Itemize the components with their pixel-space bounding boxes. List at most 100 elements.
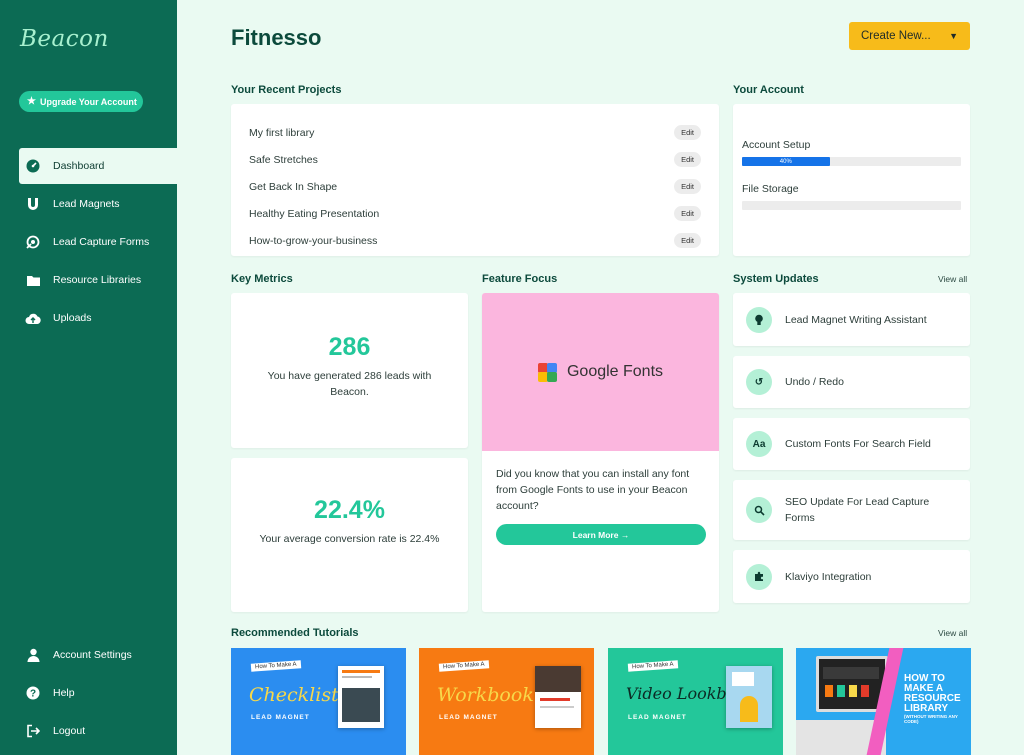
update-label: Lead Magnet Writing Assistant: [785, 313, 927, 326]
conversion-text: Your average conversion rate is 22.4%: [259, 533, 440, 545]
checklist-cover-image: [338, 666, 384, 728]
account-setup-label: Account Setup: [742, 139, 811, 151]
upgrade-label: Upgrade Your Account: [39, 96, 137, 107]
nav-label: Dashboard: [53, 160, 105, 172]
file-storage-progress: [742, 201, 961, 210]
google-fonts-logo-icon: [537, 362, 559, 382]
update-label: Custom Fonts For Search Field: [785, 438, 931, 450]
search-icon: [746, 497, 772, 523]
tutorial-subtitle: LEAD MAGNET: [439, 714, 498, 721]
edit-button[interactable]: Edit: [674, 179, 701, 194]
main-nav: Dashboard Lead Magnets Lead Capture Form…: [0, 148, 177, 338]
project-row[interactable]: My first library Edit: [249, 119, 701, 146]
logout-icon: [25, 723, 41, 739]
puzzle-icon: [746, 563, 772, 590]
leads-text: You have generated 286 leads with Beacon…: [267, 370, 432, 398]
beacon-logo[interactable]: Beacon: [20, 26, 109, 52]
account-card: Account Setup 40% File Storage: [733, 104, 970, 256]
dashboard-gauge-icon: [25, 158, 41, 174]
nav-item-lead-capture-forms[interactable]: Lead Capture Forms: [0, 224, 177, 260]
page-title: Fitnesso: [231, 25, 322, 50]
update-item[interactable]: ↺ Undo / Redo: [733, 356, 970, 408]
nav-item-lead-magnets[interactable]: Lead Magnets: [0, 186, 177, 222]
tutorial-kicker: How To Make A: [627, 660, 678, 672]
account-setup-progress: 40%: [742, 157, 961, 166]
learn-more-button[interactable]: Learn More →: [496, 524, 706, 545]
conversion-value: 22.4%: [314, 496, 385, 524]
tutorial-title: HOW TO MAKE A RESOURCE LIBRARY: [904, 673, 961, 714]
project-name[interactable]: Get Back In Shape: [249, 181, 337, 193]
project-name[interactable]: How-to-grow-your-business: [249, 235, 377, 247]
feature-focus-title: Feature Focus: [482, 273, 558, 285]
update-label: Klaviyo Integration: [785, 570, 872, 583]
nav-item-uploads[interactable]: Uploads: [0, 300, 177, 336]
tutorials-view-all-link[interactable]: View all: [938, 628, 967, 638]
nav-label: Lead Capture Forms: [53, 236, 150, 248]
project-row[interactable]: How-to-grow-your-business Edit: [249, 227, 701, 254]
nav-label: Help: [53, 687, 75, 699]
update-item[interactable]: Aa Custom Fonts For Search Field: [733, 418, 970, 470]
help-icon: ?: [25, 685, 41, 701]
lightbulb-icon: [746, 306, 772, 333]
update-item[interactable]: Klaviyo Integration: [733, 550, 970, 603]
updates-view-all-link[interactable]: View all: [938, 274, 967, 284]
account-setup-progress-fill: 40%: [742, 157, 830, 166]
star-icon: ★: [27, 96, 36, 107]
edit-button[interactable]: Edit: [674, 233, 701, 248]
nav-label: Account Settings: [53, 649, 132, 661]
tutorial-subtitle: (WITHOUT WRITING ANY CODE): [904, 714, 958, 724]
project-name[interactable]: Healthy Eating Presentation: [249, 208, 379, 220]
nav-item-dashboard[interactable]: Dashboard: [19, 148, 177, 184]
system-updates-title: System Updates: [733, 273, 819, 285]
magnet-icon: [25, 196, 41, 212]
tutorial-card-workbook[interactable]: How To Make A Workbook LEAD MAGNET: [419, 648, 594, 755]
workbook-cover-image: [535, 666, 581, 728]
account-title: Your Account: [733, 84, 804, 96]
leads-value: 286: [328, 333, 371, 361]
key-metrics-title: Key Metrics: [231, 273, 293, 285]
feature-card: Google Fonts Did you know that you can i…: [482, 293, 719, 612]
project-row[interactable]: Get Back In Shape Edit: [249, 173, 701, 200]
svg-text:?: ?: [30, 689, 36, 700]
cloud-upload-icon: [25, 310, 41, 326]
project-row[interactable]: Healthy Eating Presentation Edit: [249, 200, 701, 227]
google-fonts-banner: Google Fonts: [482, 293, 719, 451]
video-lookbook-cover-image: [726, 666, 772, 728]
edit-button[interactable]: Edit: [674, 206, 701, 221]
update-label: SEO Update For Lead Capture Forms: [785, 496, 930, 524]
tutorial-card-video-lookbook[interactable]: How To Make A Video Lookbook LEAD MAGNET: [608, 648, 783, 755]
nav-item-help[interactable]: ? Help: [0, 674, 177, 712]
project-name[interactable]: My first library: [249, 127, 314, 139]
update-label: Undo / Redo: [785, 376, 844, 388]
conversion-metric-card: 22.4% Your average conversion rate is 22…: [231, 458, 468, 612]
update-item[interactable]: Lead Magnet Writing Assistant: [733, 293, 970, 346]
tutorial-kicker: How To Make A: [250, 660, 301, 672]
create-new-button[interactable]: Create New... ▼: [849, 22, 970, 50]
edit-button[interactable]: Edit: [674, 125, 701, 140]
sidebar: Beacon ★ Upgrade Your Account Dashboard …: [0, 0, 177, 755]
file-storage-label: File Storage: [742, 183, 799, 195]
project-row[interactable]: Safe Stretches Edit: [249, 146, 701, 173]
nav-item-resource-libraries[interactable]: Resource Libraries: [0, 262, 177, 298]
edit-button[interactable]: Edit: [674, 152, 701, 167]
upgrade-account-button[interactable]: ★ Upgrade Your Account: [19, 91, 143, 112]
update-item[interactable]: SEO Update For Lead Capture Forms: [733, 480, 970, 540]
tutorial-kicker: How To Make A: [438, 660, 489, 672]
nav-label: Logout: [53, 725, 86, 737]
tutorial-subtitle: LEAD MAGNET: [628, 714, 687, 721]
project-name[interactable]: Safe Stretches: [249, 154, 318, 166]
tutorial-card-checklist[interactable]: How To Make A Checklist LEAD MAGNET: [231, 648, 406, 755]
leads-metric-card: 286 You have generated 286 leads with Be…: [231, 293, 468, 448]
nav-label: Lead Magnets: [53, 198, 120, 210]
tutorial-subtitle: LEAD MAGNET: [251, 714, 310, 721]
tutorial-title: Checklist: [249, 684, 339, 706]
font-icon: Aa: [746, 431, 772, 457]
undo-icon: ↺: [746, 369, 772, 395]
tutorial-card-resource-library[interactable]: HOW TO MAKE A RESOURCE LIBRARY (WITHOUT …: [796, 648, 971, 755]
nav-item-logout[interactable]: Logout: [0, 712, 177, 750]
tutorials-title: Recommended Tutorials: [231, 627, 359, 639]
nav-item-account-settings[interactable]: Account Settings: [0, 636, 177, 674]
nav-label: Uploads: [53, 312, 92, 324]
google-fonts-brand: Google Fonts: [566, 363, 664, 380]
form-target-icon: [25, 234, 41, 250]
